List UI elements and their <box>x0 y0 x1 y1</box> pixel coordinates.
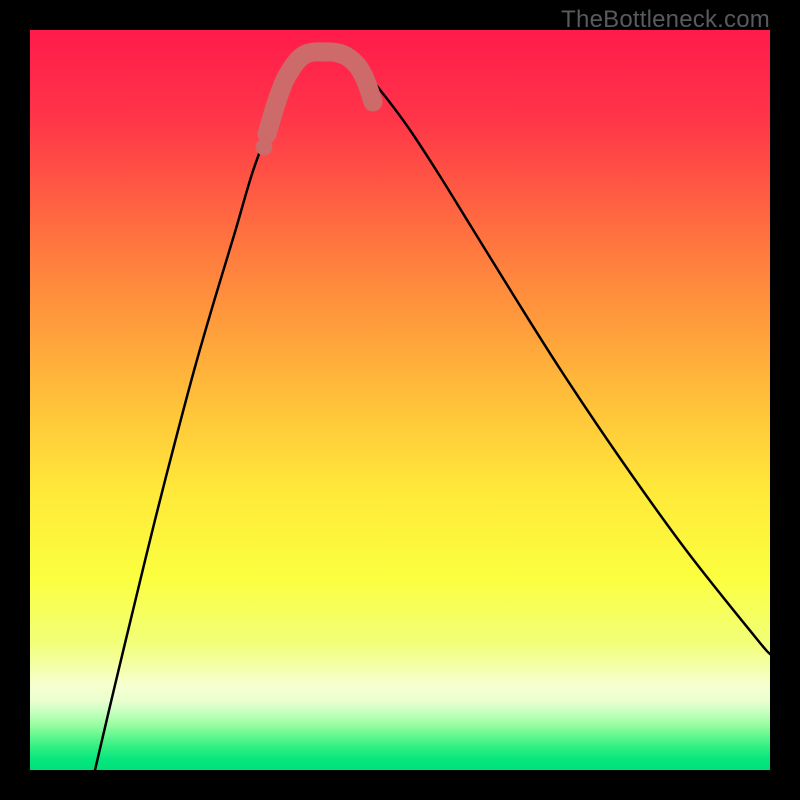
curves-layer <box>30 30 770 770</box>
highlight-dot <box>256 139 273 156</box>
valley-highlight <box>267 52 373 134</box>
bottleneck-curve-left <box>95 51 326 770</box>
plot-area <box>30 30 770 770</box>
chart-frame: TheBottleneck.com <box>0 0 800 800</box>
bottleneck-curve-right <box>326 51 770 654</box>
watermark-text: TheBottleneck.com <box>561 6 770 34</box>
